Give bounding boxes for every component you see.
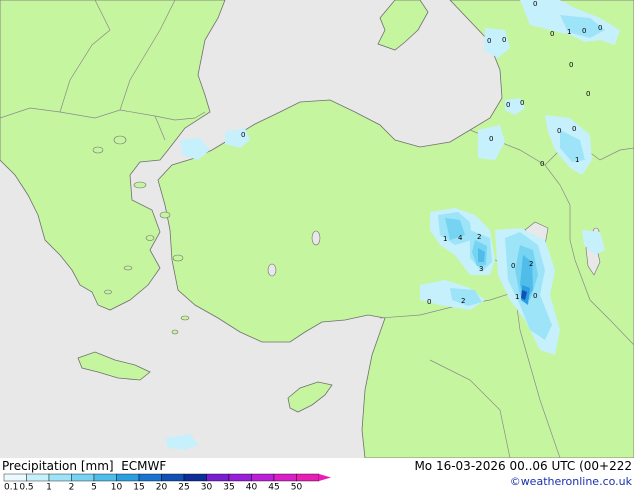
value-label: 2 <box>477 233 481 241</box>
scale-swatch <box>251 473 275 482</box>
scale-swatch <box>161 473 185 482</box>
value-label: 0 <box>489 135 493 143</box>
scale-label: 0.1 <box>4 483 18 490</box>
scale-label: 0.5 <box>19 483 33 490</box>
value-label: 0 <box>582 27 586 35</box>
credit: ©weatheronline.co.uk <box>509 475 632 488</box>
value-label: 0 <box>487 37 491 45</box>
legend-title: Precipitation [mm] ECMWF <box>2 459 167 473</box>
scale-swatch <box>206 473 230 482</box>
scale-swatch <box>48 473 72 482</box>
scale-swatch <box>26 473 50 482</box>
value-label: 0 <box>586 90 590 98</box>
scale-label: 15 <box>133 483 144 490</box>
scale-label: 35 <box>223 483 234 490</box>
scale-swatch <box>71 473 95 482</box>
value-label: 1 <box>567 28 571 36</box>
scale-label: 5 <box>91 483 97 490</box>
value-label: 0 <box>533 292 537 300</box>
value-label: 1 <box>515 293 519 301</box>
scale-label: 2 <box>69 483 75 490</box>
value-label: 0 <box>550 30 554 38</box>
scale-swatch <box>116 473 140 482</box>
value-label: 0 <box>572 125 576 133</box>
value-label: 0 <box>502 36 506 44</box>
scale-label: 40 <box>246 483 258 490</box>
value-label: 0 <box>427 298 431 306</box>
scale-arrow <box>319 474 331 481</box>
scale-swatch <box>228 473 252 482</box>
value-label: 0 <box>520 99 524 107</box>
value-label: 4 <box>458 234 463 242</box>
value-label: 0 <box>506 101 510 109</box>
value-label: 2 <box>529 260 533 268</box>
scale-label: 50 <box>291 483 303 490</box>
value-label: 3 <box>479 265 483 273</box>
value-label: 1 <box>443 235 447 243</box>
value-label: 2 <box>461 297 465 305</box>
scale-label: 45 <box>268 483 279 490</box>
scale-label: 30 <box>201 483 213 490</box>
scale-swatch <box>183 473 207 482</box>
precipitation-map: 0 0 1 0 0 0 0 0 0 0 0 0 1 0 0 0 1 4 2 3 … <box>0 0 634 458</box>
scale-swatch <box>273 473 297 482</box>
scale-label: 25 <box>178 483 189 490</box>
value-label: 0 <box>569 61 573 69</box>
value-label: 0 <box>557 127 561 135</box>
value-label: 1 <box>575 156 579 164</box>
value-label: 0 <box>241 131 245 139</box>
scale-label: 10 <box>111 483 123 490</box>
scale-swatch <box>296 473 320 482</box>
value-label: 0 <box>598 24 602 32</box>
scale-swatch <box>93 473 117 482</box>
value-label: 0 <box>511 262 515 270</box>
scale-swatch <box>138 473 162 482</box>
legend: Precipitation [mm] ECMWF Mo 16-03-2026 0… <box>0 458 634 490</box>
value-label: 0 <box>533 0 537 8</box>
scale-swatch <box>3 473 27 482</box>
color-scale: 0.1 0.5 1 2 5 10 15 20 25 30 35 40 45 50 <box>3 473 331 490</box>
value-label: 0 <box>540 160 544 168</box>
scale-label: 1 <box>46 483 52 490</box>
forecast-datetime: Mo 16-03-2026 00..06 UTC (00+222 <box>414 459 632 473</box>
scale-label: 20 <box>156 483 168 490</box>
